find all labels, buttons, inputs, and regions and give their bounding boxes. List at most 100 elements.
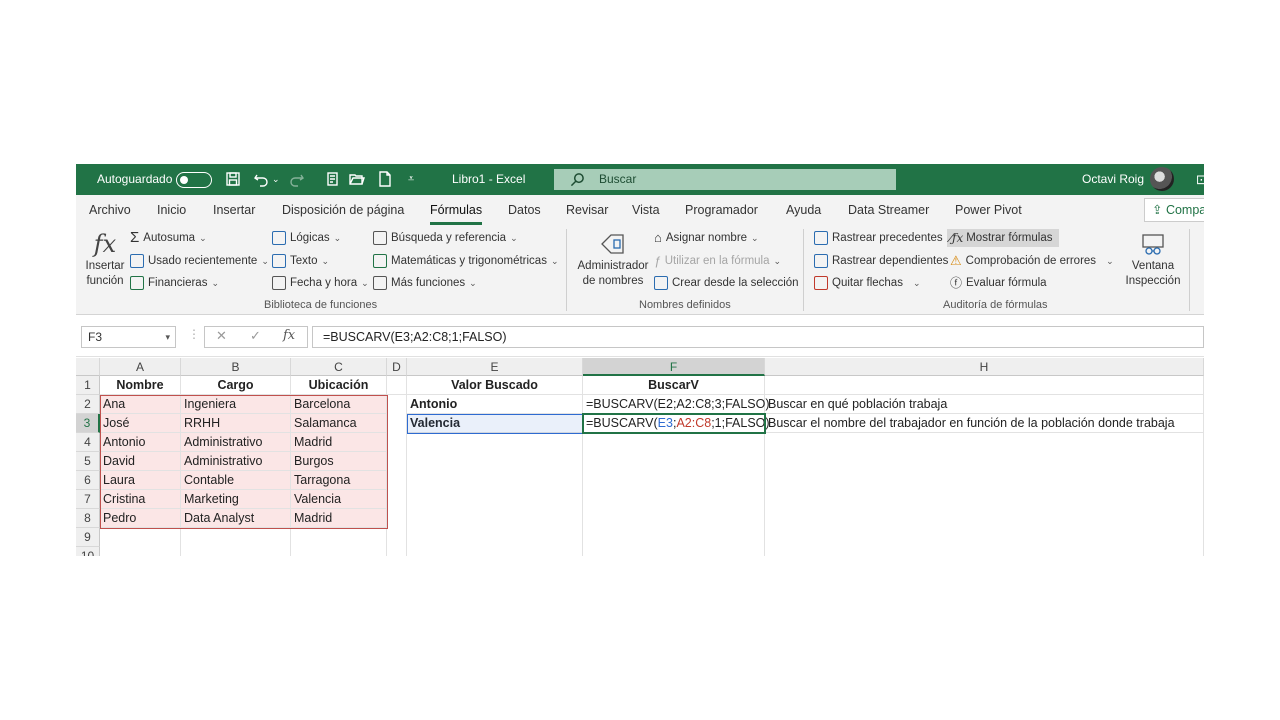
column-header-d[interactable]: D bbox=[387, 358, 407, 376]
cell-c-empty[interactable] bbox=[291, 528, 387, 556]
table-cell-a8[interactable]: Pedro bbox=[100, 509, 181, 528]
chevron-down-icon[interactable]: ▾ bbox=[165, 327, 170, 347]
undo-icon[interactable] bbox=[252, 170, 270, 188]
table-cell-a5[interactable]: David bbox=[100, 452, 181, 471]
row-header-2[interactable]: 2 bbox=[76, 395, 100, 414]
row-header-1[interactable]: 1 bbox=[76, 376, 100, 395]
column-header-c[interactable]: C bbox=[291, 358, 387, 376]
table-cell-c8[interactable]: Madrid bbox=[291, 509, 387, 528]
table-cell-a3[interactable]: José bbox=[100, 414, 181, 433]
save-icon[interactable] bbox=[224, 170, 242, 188]
column-header-e[interactable]: E bbox=[407, 358, 583, 376]
cell-a-empty[interactable] bbox=[100, 528, 181, 556]
table-cell-a2[interactable]: Ana bbox=[100, 395, 181, 414]
table-cell-c2[interactable]: Barcelona bbox=[291, 395, 387, 414]
autosave-toggle[interactable] bbox=[176, 172, 212, 188]
row-header-7[interactable]: 7 bbox=[76, 490, 100, 509]
cell-f2[interactable]: =BUSCARV(E2;A2:C8;3;FALSO) bbox=[583, 395, 770, 414]
cell-e1[interactable]: Valor Buscado bbox=[407, 376, 583, 395]
trace-dependents-button[interactable]: Rastrear dependientes bbox=[814, 252, 948, 270]
tab-datos[interactable]: Datos bbox=[508, 203, 541, 217]
row-header-9[interactable]: 9 bbox=[76, 528, 100, 547]
share-button[interactable]: ⇪ Compa bbox=[1144, 198, 1204, 222]
cell-d-column[interactable] bbox=[387, 395, 407, 556]
tab-disposicion[interactable]: Disposición de página bbox=[282, 203, 404, 217]
row-header-4[interactable]: 4 bbox=[76, 433, 100, 452]
table-cell-b4[interactable]: Administrativo bbox=[181, 433, 291, 452]
cell-d1[interactable] bbox=[387, 376, 407, 395]
cell-c1[interactable]: Ubicación bbox=[291, 376, 387, 395]
column-header-f[interactable]: F bbox=[583, 358, 765, 376]
cancel-icon[interactable]: ✕ bbox=[216, 328, 227, 344]
table-cell-a7[interactable]: Cristina bbox=[100, 490, 181, 509]
cell-e-empty[interactable] bbox=[407, 433, 583, 556]
column-header-b[interactable]: B bbox=[181, 358, 291, 376]
insert-function-icon[interactable]: fx bbox=[283, 328, 295, 343]
tab-formulas[interactable]: Fórmulas bbox=[430, 203, 483, 225]
tab-inicio[interactable]: Inicio bbox=[157, 203, 186, 217]
cell-h2[interactable]: Buscar en qué población trabaja bbox=[765, 395, 1204, 414]
tab-data-streamer[interactable]: Data Streamer bbox=[848, 203, 929, 217]
insert-function-button[interactable]: fx Insertar función bbox=[80, 229, 130, 289]
row-header-6[interactable]: 6 bbox=[76, 471, 100, 490]
define-name-button[interactable]: ⌂ Asignar nombre ⌄ bbox=[654, 229, 759, 247]
table-cell-b5[interactable]: Administrativo bbox=[181, 452, 291, 471]
tab-power-pivot[interactable]: Power Pivot bbox=[955, 203, 1022, 217]
name-box[interactable]: F3 ▾ bbox=[81, 326, 176, 348]
ribbon-display-icon[interactable]: ⊡ bbox=[1196, 164, 1204, 195]
column-header-a[interactable]: A bbox=[100, 358, 181, 376]
evaluate-formula-button[interactable]: ⓕ Evaluar fórmula bbox=[950, 274, 1047, 292]
show-formulas-button[interactable]: ⁄ƒx Mostrar fórmulas bbox=[947, 229, 1059, 247]
table-cell-c3[interactable]: Salamanca bbox=[291, 414, 387, 433]
row-header-10[interactable]: 10 bbox=[76, 547, 100, 556]
cell-f3[interactable]: =BUSCARV(E3;A2:C8;1;FALSO) bbox=[583, 414, 770, 433]
tab-archivo[interactable]: Archivo bbox=[89, 203, 131, 217]
cell-f1[interactable]: BuscarV bbox=[583, 376, 765, 395]
logical-button[interactable]: Lógicas ⌄ bbox=[272, 229, 341, 247]
table-cell-c6[interactable]: Tarragona bbox=[291, 471, 387, 490]
datetime-button[interactable]: Fecha y hora ⌄ bbox=[272, 274, 369, 292]
open-folder-icon[interactable] bbox=[348, 170, 366, 188]
lookup-button[interactable]: Búsqueda y referencia ⌄ bbox=[373, 229, 518, 247]
cell-h3[interactable]: Buscar el nombre del trabajador en funci… bbox=[765, 414, 1204, 433]
name-manager-button[interactable]: Administrador de nombres bbox=[575, 229, 651, 289]
search-box[interactable]: Buscar bbox=[554, 169, 896, 190]
cell-e2[interactable]: Antonio bbox=[407, 395, 583, 414]
table-cell-b3[interactable]: RRHH bbox=[181, 414, 291, 433]
select-all-corner[interactable] bbox=[76, 358, 100, 376]
recent-functions-button[interactable]: Usado recientemente ⌄ bbox=[130, 252, 269, 270]
table-cell-c5[interactable]: Burgos bbox=[291, 452, 387, 471]
more-functions-button[interactable]: Más funciones ⌄ bbox=[373, 274, 477, 292]
undo-dropdown-icon[interactable]: ⌄ bbox=[272, 164, 280, 195]
tab-insertar[interactable]: Insertar bbox=[213, 203, 255, 217]
math-button[interactable]: Matemáticas y trigonométricas ⌄ bbox=[373, 252, 559, 270]
cell-e3[interactable]: Valencia bbox=[407, 414, 583, 433]
formula-input[interactable]: =BUSCARV(E3;A2:C8;1;FALSO) bbox=[312, 326, 1204, 348]
user-avatar[interactable] bbox=[1150, 167, 1174, 191]
cell-h-empty[interactable] bbox=[765, 433, 1204, 556]
tab-revisar[interactable]: Revisar bbox=[566, 203, 608, 217]
new-file-icon[interactable] bbox=[376, 170, 394, 188]
row-header-5[interactable]: 5 bbox=[76, 452, 100, 471]
watch-window-button[interactable]: Ventana Inspección bbox=[1120, 229, 1186, 289]
table-cell-c4[interactable]: Madrid bbox=[291, 433, 387, 452]
financial-button[interactable]: Financieras ⌄ bbox=[130, 274, 219, 292]
cell-b-empty[interactable] bbox=[181, 528, 291, 556]
tab-ayuda[interactable]: Ayuda bbox=[786, 203, 821, 217]
error-checking-button[interactable]: ⚠ Comprobación de errores ⌄ bbox=[950, 252, 1114, 270]
table-cell-b2[interactable]: Ingeniera bbox=[181, 395, 291, 414]
text-button[interactable]: Texto ⌄ bbox=[272, 252, 329, 270]
table-cell-a4[interactable]: Antonio bbox=[100, 433, 181, 452]
create-from-selection-button[interactable]: Crear desde la selección bbox=[654, 274, 799, 292]
format-painter-icon[interactable] bbox=[324, 170, 342, 188]
column-header-h[interactable]: H bbox=[765, 358, 1204, 376]
autosum-button[interactable]: Σ Autosuma ⌄ bbox=[130, 229, 207, 247]
tab-vista[interactable]: Vista bbox=[632, 203, 660, 217]
customize-qat-icon[interactable]: ⩡ bbox=[408, 164, 414, 195]
cell-f-empty[interactable] bbox=[583, 433, 765, 556]
cell-b1[interactable]: Cargo bbox=[181, 376, 291, 395]
cell-h1[interactable] bbox=[765, 376, 1204, 395]
trace-precedents-button[interactable]: Rastrear precedentes bbox=[814, 229, 943, 247]
row-header-3[interactable]: 3 bbox=[76, 414, 100, 433]
table-cell-b7[interactable]: Marketing bbox=[181, 490, 291, 509]
